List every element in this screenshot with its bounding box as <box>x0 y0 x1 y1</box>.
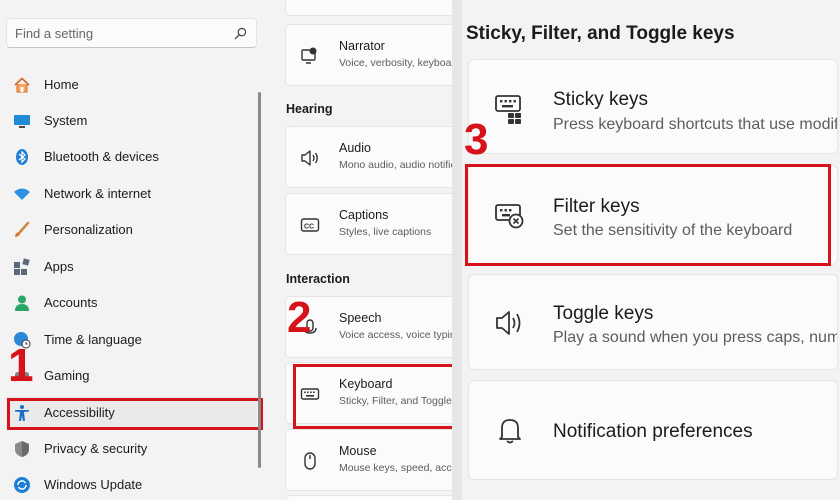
apps-icon <box>14 258 30 275</box>
captions-icon: CC <box>300 218 320 232</box>
interaction-header: Interaction <box>286 272 350 286</box>
page-title: Sticky, Filter, and Toggle keys <box>466 23 735 44</box>
sidebar-item-label: Gaming <box>44 368 90 383</box>
sidebar-item-label: Personalization <box>44 222 133 237</box>
settings-sidebar: Find a setting Home System Bluetooth & d… <box>0 0 267 500</box>
step-number-2: 2 <box>287 293 312 342</box>
captions-title: Captions <box>339 208 389 222</box>
system-icon <box>14 115 30 128</box>
sidebar-item-apps[interactable]: Apps <box>6 250 257 284</box>
panel-divider <box>452 0 462 500</box>
sidebar-item-network[interactable]: Network & internet <box>6 177 257 211</box>
accessibility-page: Narrator Voice, verbosity, keyboard Hear… <box>267 0 452 500</box>
sidebar-item-label: Accounts <box>44 295 98 310</box>
narrator-icon <box>301 47 317 64</box>
speaker-icon <box>496 311 521 335</box>
notification-preferences-title: Notification preferences <box>553 421 753 442</box>
sidebar-item-home[interactable]: Home <box>6 68 257 102</box>
card-mouse[interactable]: Mouse Mouse keys, speed, acceleration <box>285 429 452 491</box>
narrator-subtitle: Voice, verbosity, keyboard <box>339 57 452 69</box>
card-sticky-keys[interactable]: Sticky keys Press keyboard shortcuts tha… <box>468 59 838 154</box>
highlight-filter-keys <box>465 164 831 266</box>
sidebar-item-label: Bluetooth & devices <box>44 149 159 164</box>
step-number-1: 1 <box>8 339 34 391</box>
sticky-keys-icon <box>495 95 521 124</box>
speech-title: Speech <box>339 311 382 325</box>
sidebar-item-label: Windows Update <box>44 477 143 492</box>
accounts-icon <box>15 295 29 311</box>
highlight-keyboard <box>293 364 452 429</box>
sidebar-item-personalization[interactable]: Personalization <box>6 213 257 247</box>
sidebar-scrollbar[interactable] <box>258 92 261 468</box>
toggle-keys-subtitle: Play a sound when you press caps, num, o… <box>553 329 837 346</box>
card-narrator[interactable]: Narrator Voice, verbosity, keyboard <box>285 24 452 86</box>
mouse-subtitle: Mouse keys, speed, acceleration <box>339 462 452 474</box>
card-captions[interactable]: CC Captions Styles, live captions <box>285 193 452 255</box>
sidebar-item-gaming[interactable]: Gaming <box>6 359 257 393</box>
toggle-keys-title: Toggle keys <box>553 303 654 324</box>
sidebar-item-label: Time & language <box>44 332 142 347</box>
sidebar-item-label: Network & internet <box>44 186 151 201</box>
search-input[interactable]: Find a setting <box>6 18 257 48</box>
audio-title: Audio <box>339 141 371 155</box>
card-bottom-partial[interactable] <box>285 495 452 500</box>
card-notification-preferences[interactable]: Notification preferences <box>468 380 838 480</box>
search-placeholder: Find a setting <box>15 26 94 41</box>
step-number-3: 3 <box>464 115 489 164</box>
card-toggle-keys[interactable]: Toggle keys Play a sound when you press … <box>468 274 838 370</box>
svg-text:CC: CC <box>304 224 314 231</box>
bell-icon <box>499 419 521 444</box>
mouse-title: Mouse <box>339 444 377 458</box>
captions-subtitle: Styles, live captions <box>339 226 432 238</box>
sidebar-item-system[interactable]: System <box>6 104 257 138</box>
sticky-keys-subtitle: Press keyboard shortcuts that use modifi… <box>553 116 837 133</box>
sidebar-item-label: Apps <box>44 259 74 274</box>
sidebar-item-privacy[interactable]: Privacy & security <box>6 432 257 466</box>
bluetooth-icon <box>16 149 28 165</box>
sidebar-item-bluetooth[interactable]: Bluetooth & devices <box>6 140 257 174</box>
audio-subtitle: Mono audio, audio notifications <box>339 159 452 171</box>
sidebar-item-accounts[interactable]: Accounts <box>6 286 257 320</box>
brush-icon <box>15 221 30 237</box>
speaker-icon <box>301 150 318 166</box>
sidebar-item-label: Home <box>44 77 79 92</box>
keyboard-page: Sticky, Filter, and Toggle keys Sticky k… <box>462 0 840 500</box>
mouse-icon <box>304 452 316 470</box>
card-audio[interactable]: Audio Mono audio, audio notifications <box>285 126 452 188</box>
sidebar-item-label: System <box>44 113 88 128</box>
wifi-icon <box>14 188 30 200</box>
card-top-partial[interactable] <box>285 0 452 16</box>
sidebar-item-time-language[interactable]: Time & language <box>6 323 257 357</box>
search-icon[interactable] <box>234 27 247 40</box>
update-icon <box>14 477 30 493</box>
hearing-header: Hearing <box>286 102 333 116</box>
home-icon <box>14 77 30 93</box>
speech-subtitle: Voice access, voice typing <box>339 329 452 341</box>
shield-icon <box>15 441 29 457</box>
sidebar-item-windows-update[interactable]: Windows Update <box>6 468 257 500</box>
sidebar-item-label: Privacy & security <box>44 441 148 456</box>
highlight-accessibility <box>7 398 263 430</box>
sticky-keys-title: Sticky keys <box>553 89 649 110</box>
narrator-title: Narrator <box>339 39 385 53</box>
